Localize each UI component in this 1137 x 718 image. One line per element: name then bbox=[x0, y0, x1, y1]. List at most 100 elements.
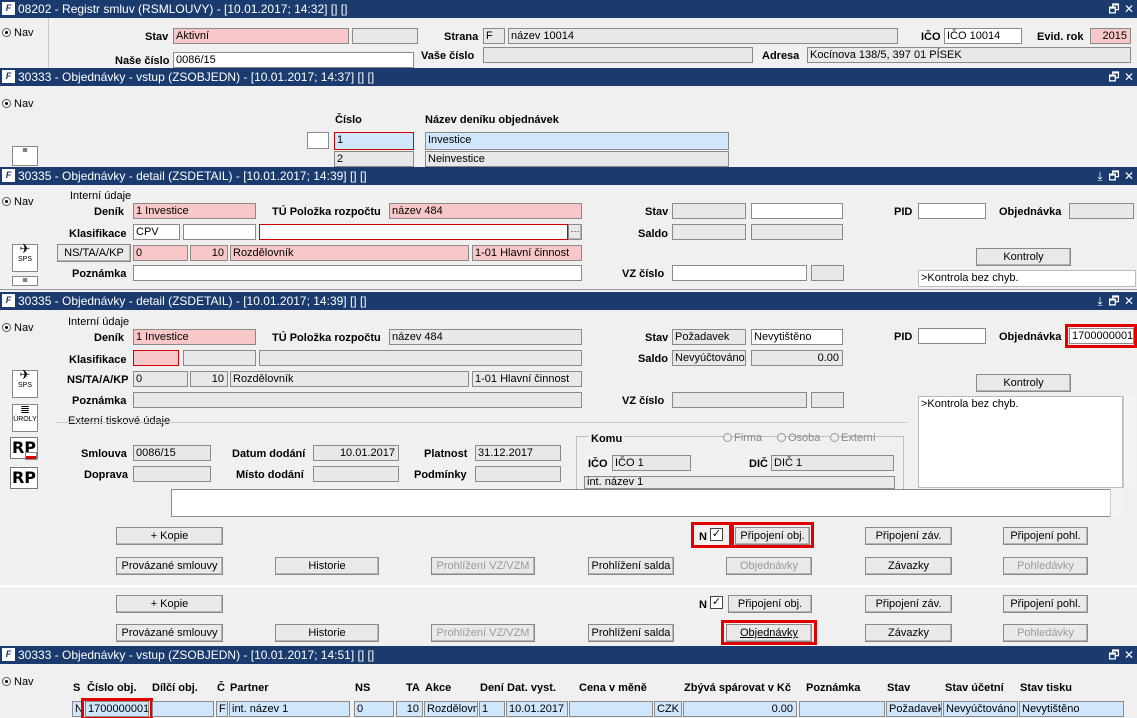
row-cislo-obj[interactable]: 1700000001 bbox=[85, 701, 149, 717]
klasifikace-mid-field[interactable] bbox=[183, 350, 256, 366]
kontroly-button[interactable]: Kontroly bbox=[976, 374, 1071, 392]
row-ta[interactable]: 10 bbox=[396, 701, 423, 717]
objednavka-field[interactable]: 1700000001 bbox=[1069, 328, 1134, 344]
objednavka-field[interactable] bbox=[1069, 203, 1134, 219]
row-deni[interactable]: 1 bbox=[479, 701, 505, 717]
table-row-nazev[interactable]: Neinvestice bbox=[425, 151, 729, 167]
row-s[interactable]: N bbox=[72, 701, 84, 717]
pid-field[interactable] bbox=[918, 328, 986, 344]
tu-field[interactable]: název 484 bbox=[389, 203, 582, 219]
stav-field-2[interactable] bbox=[751, 203, 843, 219]
zavazky-button[interactable]: Závazky bbox=[865, 557, 952, 575]
nav-radio[interactable]: Nav bbox=[2, 98, 34, 110]
radio-firma[interactable]: Firma bbox=[723, 432, 762, 444]
pripojeni-obj-button[interactable]: Připojení obj. bbox=[735, 527, 810, 545]
sps-icon[interactable]: ✈ SPS bbox=[12, 368, 38, 398]
close-icon[interactable]: ✕ bbox=[1122, 646, 1136, 664]
row-partner[interactable]: int. název 1 bbox=[229, 701, 350, 717]
saldo-field-1[interactable]: Nevyúčtováno bbox=[672, 350, 746, 366]
pohledavky-button-2[interactable]: Pohledávky bbox=[1003, 624, 1088, 642]
restore-icon[interactable]: 🗗 bbox=[1107, 68, 1121, 86]
row-dat-vyst[interactable]: 10.01.2017 bbox=[506, 701, 568, 717]
ta-field[interactable]: 10 bbox=[190, 245, 228, 261]
historie-button[interactable]: Historie bbox=[275, 557, 379, 575]
kontroly-scrollbar[interactable] bbox=[1123, 396, 1136, 488]
close-icon[interactable]: ✕ bbox=[1122, 292, 1136, 310]
stav-field[interactable]: Aktivní bbox=[173, 28, 349, 44]
row-cena[interactable] bbox=[569, 701, 653, 717]
poznamka-field[interactable] bbox=[133, 265, 582, 281]
restore-icon[interactable]: 🗗 bbox=[1107, 292, 1121, 310]
datum-dodani-field[interactable]: 10.01.2017 bbox=[313, 445, 399, 461]
strana-code-field[interactable]: F bbox=[483, 28, 505, 44]
prohlizeni-vz-button-2[interactable]: Prohlížení VZ/VZM bbox=[431, 624, 535, 642]
rp-icon-2[interactable]: RP bbox=[10, 467, 38, 489]
row-poznamka[interactable] bbox=[799, 701, 885, 717]
restore-icon[interactable]: 🗗 bbox=[1107, 0, 1121, 18]
denik-field[interactable]: 1 Investice bbox=[133, 203, 256, 219]
klasifikace-code-field[interactable] bbox=[133, 350, 179, 366]
adresa-field[interactable]: Kocínova 138/5, 397 01 PÍSEK bbox=[807, 47, 1131, 63]
row-mena[interactable]: CZK bbox=[654, 701, 682, 717]
close-icon[interactable]: ✕ bbox=[1122, 68, 1136, 86]
minimize-icon[interactable]: ⤓ bbox=[1093, 167, 1107, 185]
saldo-field-1[interactable] bbox=[672, 224, 746, 240]
zavazky-button-2[interactable]: Závazky bbox=[865, 624, 952, 642]
strana-field[interactable]: název 10014 bbox=[508, 28, 898, 44]
klasifikace-name-field[interactable] bbox=[259, 350, 582, 366]
row-ns[interactable]: 0 bbox=[354, 701, 394, 717]
row-akce[interactable]: Rozdělovn bbox=[424, 701, 478, 717]
platnost-field[interactable]: 31.12.2017 bbox=[475, 445, 561, 461]
sps-icon[interactable]: ✈ SPS bbox=[12, 242, 38, 272]
kopie-button-2[interactable]: + Kopie bbox=[116, 595, 223, 613]
klasifikace-mid-field[interactable] bbox=[183, 224, 256, 240]
radio-externi[interactable]: Externí bbox=[830, 432, 876, 444]
podminky-field[interactable] bbox=[475, 466, 561, 482]
table-row-nazev[interactable]: Investice bbox=[425, 132, 729, 150]
stav-extra-field[interactable] bbox=[352, 28, 418, 44]
vase-cislo-field[interactable] bbox=[483, 47, 753, 63]
close-icon[interactable]: ✕ bbox=[1122, 0, 1136, 18]
historie-button-2[interactable]: Historie bbox=[275, 624, 379, 642]
smlouva-field[interactable]: 0086/15 bbox=[133, 445, 211, 461]
n-checkbox[interactable]: ✓ bbox=[710, 528, 723, 541]
objednavky-button-2[interactable]: Objednávky bbox=[726, 624, 812, 642]
provazane-smlouvy-button[interactable]: Provázané smlouvy bbox=[116, 557, 223, 575]
pripojeni-zav-button[interactable]: Připojení záv. bbox=[865, 527, 952, 545]
ta-field[interactable]: 10 bbox=[190, 371, 228, 387]
pohledavky-button[interactable]: Pohledávky bbox=[1003, 557, 1088, 575]
row-stav[interactable]: Požadavek bbox=[886, 701, 942, 717]
minimize-icon[interactable]: ⤓ bbox=[1093, 292, 1107, 310]
nav-radio[interactable]: Nav bbox=[2, 322, 34, 334]
ns-ta-a-kp-button[interactable]: NS/TA/A/KP bbox=[57, 244, 131, 262]
vz-cislo-extra-field[interactable] bbox=[811, 392, 844, 408]
objednavky-button[interactable]: Objednávky bbox=[726, 557, 812, 575]
evid-rok-field[interactable]: 2015 bbox=[1090, 28, 1131, 44]
kontroly-button[interactable]: Kontroly bbox=[976, 248, 1071, 266]
ext-poznamka-textarea[interactable] bbox=[171, 489, 1112, 517]
stav-field-1[interactable] bbox=[672, 203, 746, 219]
kopie-button[interactable]: + Kopie bbox=[116, 527, 223, 545]
nav-radio[interactable]: Nav bbox=[2, 27, 34, 39]
provazane-smlouvy-button-2[interactable]: Provázané smlouvy bbox=[116, 624, 223, 642]
kp-field[interactable]: 1-01 Hlavní činnost bbox=[472, 371, 582, 387]
uroly-icon[interactable]: ≣ ÚROLY bbox=[12, 403, 38, 432]
kp-field[interactable]: 1-01 Hlavní činnost bbox=[472, 245, 582, 261]
vz-cislo-field[interactable] bbox=[672, 392, 807, 408]
saldo-field-2[interactable]: 0.00 bbox=[751, 350, 843, 366]
misto-dodani-field[interactable] bbox=[313, 466, 399, 482]
a-field[interactable]: Rozdělovník bbox=[230, 245, 469, 261]
klasifikace-code-field[interactable]: CPV bbox=[133, 224, 180, 240]
prohlizeni-salda-button[interactable]: Prohlížení salda bbox=[588, 557, 674, 575]
stav-field-2[interactable]: Nevytištěno bbox=[751, 329, 843, 345]
denik-field[interactable]: 1 Investice bbox=[133, 329, 256, 345]
klasifikace-name-field[interactable] bbox=[259, 224, 568, 240]
row-zbyva[interactable]: 0.00 bbox=[683, 701, 797, 717]
nav-radio[interactable]: Nav bbox=[2, 676, 34, 688]
row-stav-ucetni[interactable]: Nevyúčtováno bbox=[943, 701, 1018, 717]
restore-icon[interactable]: 🗗 bbox=[1107, 167, 1121, 185]
prohlizeni-vz-button[interactable]: Prohlížení VZ/VZM bbox=[431, 557, 535, 575]
close-icon[interactable]: ✕ bbox=[1122, 167, 1136, 185]
row-c[interactable]: F bbox=[216, 701, 228, 717]
pripojeni-zav-button-2[interactable]: Připojení záv. bbox=[865, 595, 952, 613]
